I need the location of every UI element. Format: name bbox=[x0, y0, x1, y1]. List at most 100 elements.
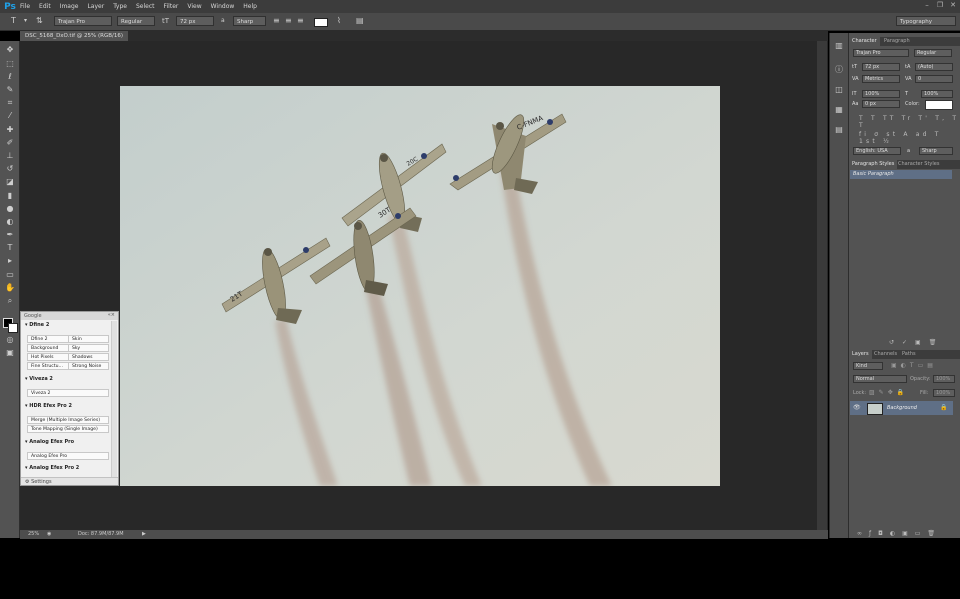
section-hdr-efex[interactable]: ▾ HDR Efex Pro 2 bbox=[25, 403, 72, 409]
menu-window[interactable]: Window bbox=[211, 3, 235, 10]
layer-comps-panel-icon[interactable]: ▤ bbox=[834, 125, 844, 135]
path-select-tool-icon[interactable]: ▸ bbox=[5, 256, 15, 266]
tab-character[interactable]: Character bbox=[849, 37, 880, 46]
font-family-select[interactable]: Trajan Pro bbox=[54, 16, 112, 26]
quick-mask-icon[interactable]: ◎ bbox=[5, 335, 15, 345]
sky-button[interactable]: Sky bbox=[68, 344, 109, 352]
info-panel-icon[interactable]: ⓘ bbox=[834, 65, 844, 75]
clone-stamp-tool-icon[interactable]: ⊥ bbox=[5, 151, 15, 161]
hand-tool-icon[interactable]: ✋ bbox=[5, 283, 15, 293]
char-font-style-select[interactable]: Regular bbox=[914, 49, 952, 57]
shadows-button[interactable]: Shadows bbox=[68, 353, 109, 361]
workspace-select[interactable]: Typography bbox=[896, 16, 956, 26]
align-right-icon[interactable]: ≡ bbox=[297, 16, 304, 26]
lasso-tool-icon[interactable]: ℓ bbox=[5, 72, 15, 82]
crop-tool-icon[interactable]: ⌗ bbox=[5, 98, 15, 108]
tab-paragraph-styles[interactable]: Paragraph Styles bbox=[849, 160, 898, 169]
menu-layer[interactable]: Layer bbox=[87, 3, 104, 10]
minimize-icon[interactable]: – bbox=[922, 1, 932, 10]
dodge-tool-icon[interactable]: ◐ bbox=[5, 217, 15, 227]
zoom-tool-icon[interactable]: ⌕ bbox=[5, 296, 15, 306]
language-select[interactable]: English: USA bbox=[853, 147, 901, 155]
shape-tool-icon[interactable]: ▭ bbox=[5, 270, 15, 280]
document-tab[interactable]: DSC_5168_DxO.tif @ 25% (RGB/16) bbox=[20, 31, 128, 41]
align-center-icon[interactable]: ≡ bbox=[285, 16, 292, 26]
char-font-family-select[interactable]: Trajan Pro bbox=[853, 49, 909, 57]
marquee-tool-icon[interactable]: ⬚ bbox=[5, 59, 15, 69]
menu-help[interactable]: Help bbox=[243, 3, 257, 10]
quick-select-tool-icon[interactable]: ✎ bbox=[5, 85, 15, 95]
pen-tool-icon[interactable]: ✒ bbox=[5, 230, 15, 240]
close-icon[interactable]: «× bbox=[108, 312, 115, 318]
history-panel-icon[interactable]: ▥ bbox=[834, 41, 844, 51]
eyedropper-tool-icon[interactable]: ⁄ bbox=[5, 111, 15, 121]
typographic-styles-row[interactable]: T T TT Tr T' T, T T bbox=[859, 115, 960, 129]
layers-footer-icons[interactable]: ∞ƒ◘◐▣▭🗑 bbox=[857, 530, 942, 537]
close-icon[interactable]: ✕ bbox=[948, 1, 958, 10]
menu-filter[interactable]: Filter bbox=[164, 3, 179, 10]
swatches-panel-icon[interactable]: ▦ bbox=[834, 105, 844, 115]
healing-brush-tool-icon[interactable]: ✚ bbox=[5, 125, 15, 135]
document-image[interactable]: C-FNMA 20C 30T 21T bbox=[120, 86, 720, 486]
type-tool-icon[interactable]: T bbox=[5, 243, 15, 253]
hot-pixels-button[interactable]: Hot Pixels bbox=[27, 353, 69, 361]
google-settings[interactable]: ⚙ Settings bbox=[21, 477, 118, 485]
chevron-down-icon[interactable]: ▾ bbox=[24, 16, 27, 26]
fill-input[interactable]: 100% bbox=[933, 389, 955, 397]
tab-paragraph[interactable]: Paragraph bbox=[881, 37, 913, 46]
move-tool-icon[interactable]: ✥ bbox=[5, 45, 15, 55]
zoom-level[interactable]: 25% bbox=[28, 530, 39, 539]
layer-filter-kind[interactable]: Kind bbox=[853, 362, 883, 370]
section-analog-efex[interactable]: ▾ Analog Efex Pro bbox=[25, 439, 74, 445]
char-tracking-select[interactable]: 0 bbox=[915, 75, 953, 83]
type-tool-icon[interactable]: T bbox=[11, 16, 16, 26]
google-panel-scrollbar[interactable] bbox=[111, 321, 117, 478]
font-size-select[interactable]: 72 px bbox=[176, 16, 214, 26]
background-button[interactable]: Background bbox=[27, 344, 69, 352]
status-info-icon[interactable]: ◉ bbox=[47, 530, 51, 539]
char-leading-select[interactable]: (Auto) bbox=[915, 63, 953, 71]
align-left-icon[interactable]: ≡ bbox=[273, 16, 280, 26]
menu-image[interactable]: Image bbox=[60, 3, 79, 10]
menu-file[interactable]: File bbox=[20, 3, 30, 10]
layer-row-background[interactable]: 👁 Background 🔒 bbox=[850, 401, 953, 415]
tab-character-styles[interactable]: Character Styles bbox=[895, 160, 942, 169]
char-baseline-input[interactable]: 0 px bbox=[862, 100, 900, 108]
analog-efex-button[interactable]: Analog Efex Pro bbox=[27, 452, 109, 460]
skin-button[interactable]: Skin bbox=[68, 335, 109, 343]
char-hscale-input[interactable]: 100% bbox=[921, 90, 953, 98]
menu-view[interactable]: View bbox=[187, 3, 201, 10]
strong-noise-button[interactable]: Strong Noise bbox=[68, 362, 109, 370]
layer-filter-icons[interactable]: ▣◐T▭▤ bbox=[891, 362, 937, 369]
adjustments-panel-icon[interactable]: ◫ bbox=[834, 85, 844, 95]
menu-edit[interactable]: Edit bbox=[39, 3, 51, 10]
blur-tool-icon[interactable]: ● bbox=[5, 204, 15, 214]
menu-select[interactable]: Select bbox=[136, 3, 155, 10]
merge-multiple-button[interactable]: Merge (Multiple Image Series) bbox=[27, 416, 109, 424]
text-color-swatch[interactable] bbox=[314, 18, 328, 27]
vertical-scrollbar[interactable] bbox=[817, 41, 827, 530]
opentype-features-row[interactable]: fi σ st A ad T 1st ½ bbox=[859, 131, 960, 145]
char-kerning-select[interactable]: Metrics bbox=[862, 75, 900, 83]
opacity-input[interactable]: 100% bbox=[933, 375, 955, 383]
char-antialias-select[interactable]: Sharp bbox=[919, 147, 953, 155]
eraser-tool-icon[interactable]: ◪ bbox=[5, 177, 15, 187]
tone-mapping-button[interactable]: Tone Mapping (Single Image) bbox=[27, 425, 109, 433]
text-orientation-icon[interactable]: ⇅ bbox=[36, 16, 43, 26]
menu-type[interactable]: Type bbox=[113, 3, 127, 10]
char-vscale-input[interactable]: 100% bbox=[862, 90, 900, 98]
styles-footer-icons[interactable]: ↺✓▣🗑 bbox=[889, 339, 944, 346]
section-analog-efex-2[interactable]: ▾ Analog Efex Pro 2 bbox=[25, 465, 79, 471]
tab-layers[interactable]: Layers bbox=[849, 350, 872, 359]
blend-mode-select[interactable]: Normal bbox=[853, 375, 907, 383]
lock-icons[interactable]: ▨✎✥🔒 bbox=[869, 389, 908, 396]
panels-toggle-icon[interactable]: ▤ bbox=[356, 16, 364, 26]
brush-tool-icon[interactable]: ✐ bbox=[5, 138, 15, 148]
background-color-swatch[interactable] bbox=[8, 323, 18, 333]
eye-icon[interactable]: 👁 bbox=[853, 404, 861, 411]
basic-paragraph-style[interactable]: Basic Paragraph bbox=[850, 170, 952, 179]
char-color-swatch[interactable] bbox=[925, 100, 953, 110]
screen-mode-icon[interactable]: ▣ bbox=[5, 348, 15, 358]
section-dfine[interactable]: ▾ Dfine 2 bbox=[25, 322, 49, 328]
antialias-select[interactable]: Sharp bbox=[233, 16, 266, 26]
